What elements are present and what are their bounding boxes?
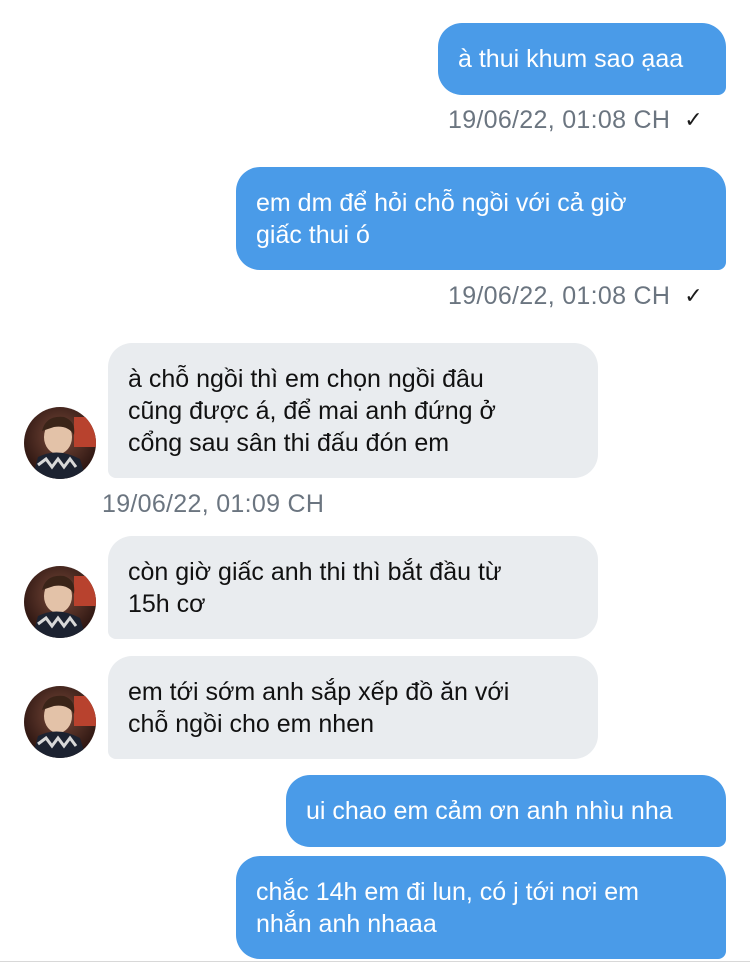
timestamp-text: 19/06/22, 01:09 CH bbox=[102, 489, 325, 518]
contact-avatar[interactable] bbox=[24, 407, 96, 479]
contact-avatar[interactable] bbox=[24, 566, 96, 638]
chat-thread: à thui khum sao ạaa 19/06/22, 01:08 CH ✓… bbox=[0, 0, 750, 965]
timestamp-text: 19/06/22, 01:08 CH bbox=[448, 105, 671, 134]
timestamp-text: 19/06/22, 01:08 CH bbox=[448, 281, 671, 310]
contact-avatar[interactable] bbox=[24, 686, 96, 758]
message-received[interactable]: à chỗ ngồi thì em chọn ngồi đâu cũng đượ… bbox=[108, 343, 598, 478]
message-sent[interactable]: chắc 14h em đi lun, có j tới nơi em nhắn… bbox=[236, 856, 726, 959]
message-sent[interactable]: em dm để hỏi chỗ ngồi với cả giờ giấc th… bbox=[236, 167, 726, 270]
message-received[interactable]: còn giờ giấc anh thi thì bắt đầu từ 15h … bbox=[108, 536, 598, 639]
message-sent[interactable]: à thui khum sao ạaa bbox=[438, 23, 726, 95]
message-received[interactable]: em tới sớm anh sắp xếp đồ ăn với chỗ ngồ… bbox=[108, 656, 598, 759]
divider bbox=[0, 961, 750, 962]
read-check-icon: ✓ bbox=[684, 283, 703, 308]
message-timestamp: 19/06/22, 01:09 CH bbox=[102, 486, 324, 522]
read-check-icon: ✓ bbox=[684, 107, 703, 132]
message-sent[interactable]: ui chao em cảm ơn anh nhìu nha bbox=[286, 775, 726, 847]
message-timestamp: 19/06/22, 01:08 CH ✓ bbox=[448, 278, 703, 314]
message-timestamp: 19/06/22, 01:08 CH ✓ bbox=[448, 102, 703, 138]
